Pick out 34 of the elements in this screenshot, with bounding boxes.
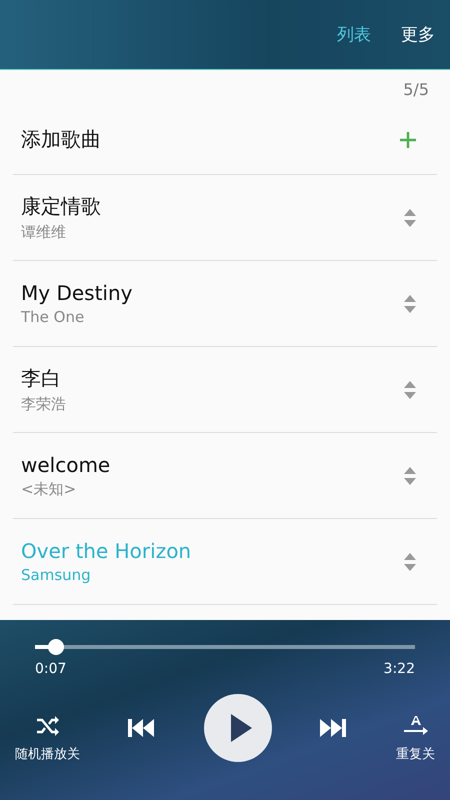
- song-item[interactable]: My Destiny The One: [13, 261, 437, 347]
- total-time: 3:22: [384, 661, 415, 677]
- song-title: Over the Horizon: [21, 539, 192, 563]
- tab[interactable]: 更多: [401, 23, 435, 46]
- song-artist: 谭维维: [21, 223, 67, 242]
- add-song-label[interactable]: 添加歌曲: [21, 126, 101, 153]
- song-artist: 李荣浩: [21, 395, 66, 414]
- song-item[interactable]: 康定情歌 谭维维: [13, 175, 437, 261]
- elapsed-time: 0:07: [35, 661, 66, 677]
- tab[interactable]: 列表: [337, 23, 371, 46]
- reorder-icon[interactable]: [403, 294, 417, 314]
- shuffle-button[interactable]: 随机播放关: [15, 715, 80, 763]
- song-artist: <未知>: [21, 480, 78, 498]
- next-icon[interactable]: [320, 719, 348, 737]
- repeat-button[interactable]: 重复关: [396, 715, 435, 763]
- reorder-icon[interactable]: [403, 208, 417, 228]
- song-title: welcome: [21, 452, 110, 476]
- text-arrow-icon: [402, 715, 428, 737]
- reorder-icon[interactable]: [403, 552, 417, 572]
- song-title: 李白: [21, 365, 62, 392]
- song-artist: The One: [21, 308, 86, 326]
- play-button[interactable]: [204, 694, 272, 762]
- add-icon[interactable]: [399, 130, 417, 148]
- song-artist: Samsung: [21, 566, 92, 584]
- song-count: 5/5: [402, 79, 430, 101]
- song-item[interactable]: 李白 李荣浩: [13, 347, 437, 433]
- song-item[interactable]: welcome <未知>: [13, 433, 437, 519]
- shuffle-icon: [36, 715, 60, 737]
- song-title: 康定情歌: [21, 193, 101, 220]
- song-title: My Destiny: [21, 281, 132, 305]
- reorder-icon[interactable]: [403, 380, 417, 400]
- reorder-icon[interactable]: [403, 466, 417, 486]
- progress-slider[interactable]: [35, 639, 415, 655]
- previous-icon[interactable]: [128, 719, 156, 737]
